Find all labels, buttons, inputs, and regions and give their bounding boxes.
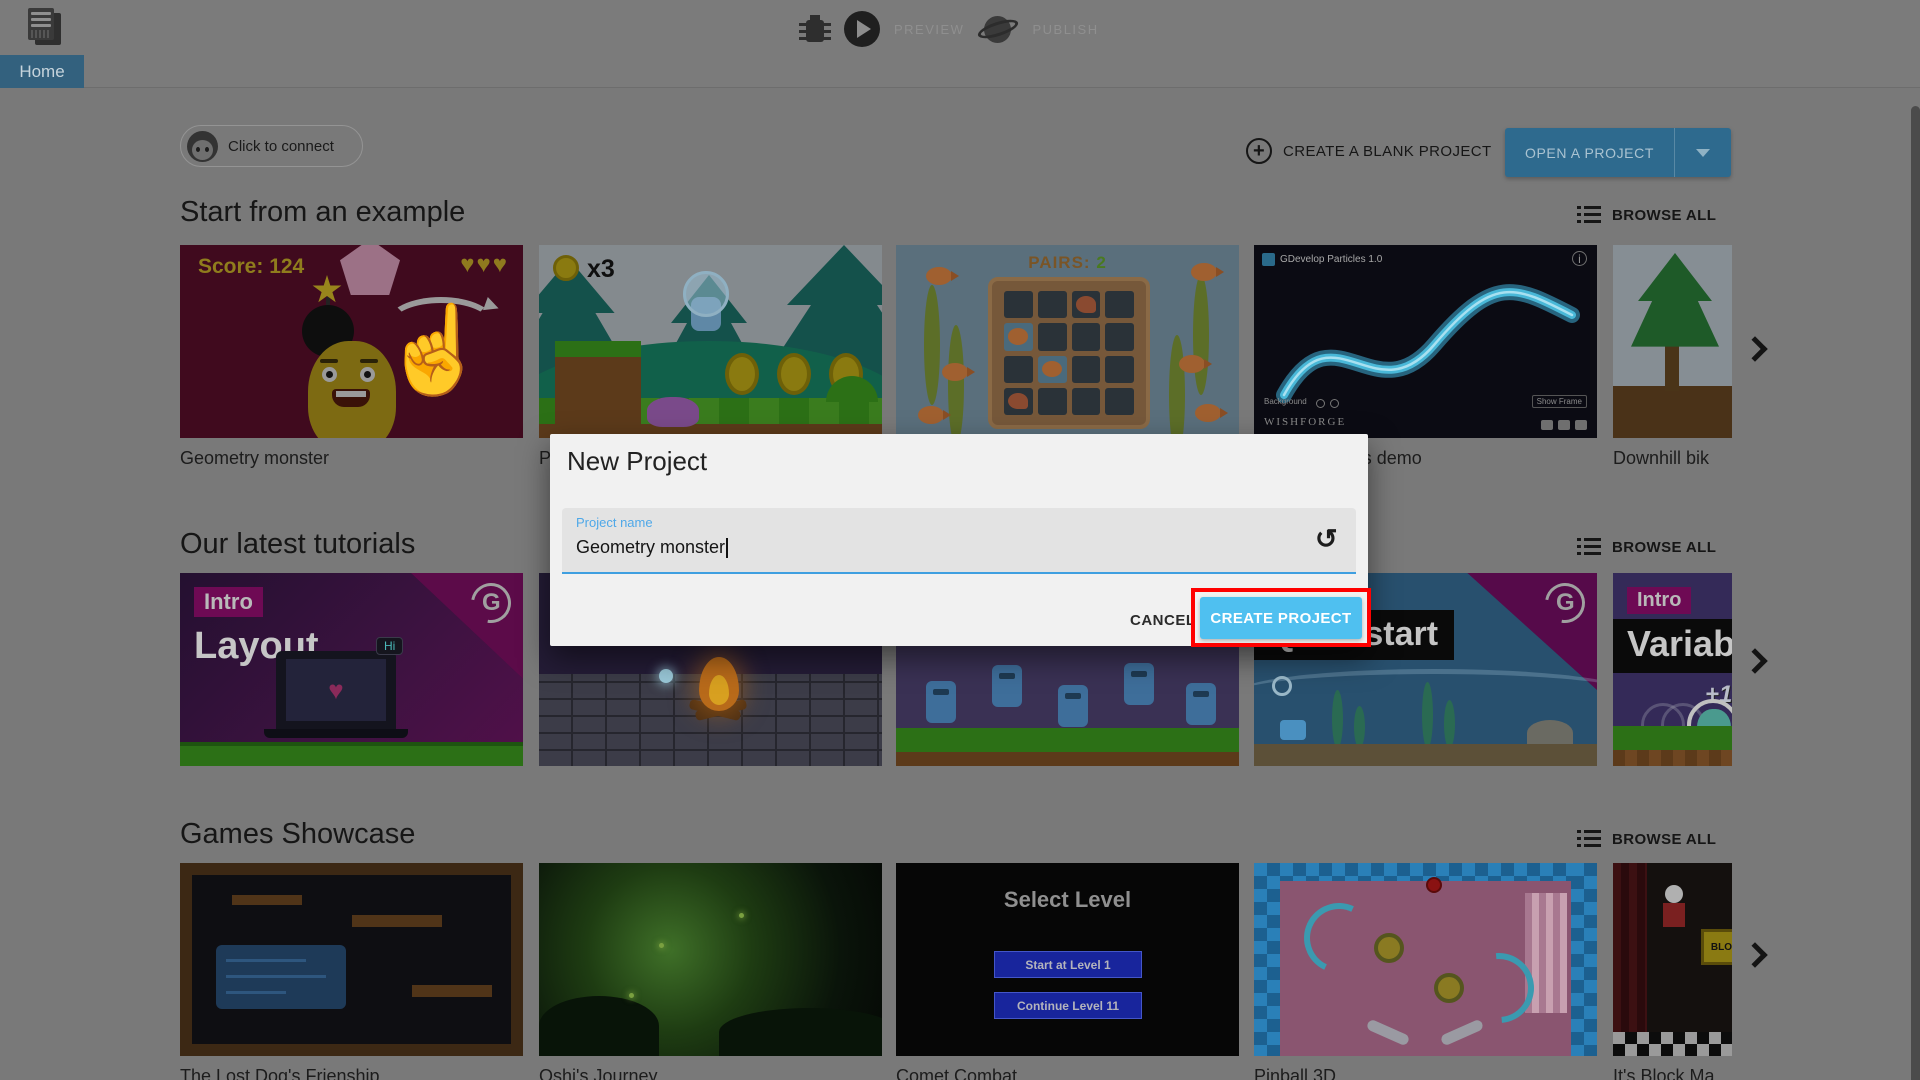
new-project-dialog: New Project Project name Geometry monste…	[550, 434, 1368, 646]
text-cursor	[726, 538, 729, 559]
project-name-label: Project name	[576, 515, 653, 530]
vertical-scrollbar[interactable]	[1911, 106, 1920, 1080]
project-name-input[interactable]: Project name Geometry monster ↻	[562, 508, 1356, 574]
create-project-button[interactable]: CREATE PROJECT	[1200, 597, 1362, 639]
refresh-icon[interactable]: ↻	[1315, 524, 1338, 555]
project-name-value: Geometry monster	[576, 537, 729, 559]
app-window: PREVIEW PUBLISH Home Click to connect + …	[0, 0, 1920, 1080]
cancel-button[interactable]: CANCEL	[1122, 606, 1204, 635]
dialog-title: New Project	[567, 446, 708, 476]
